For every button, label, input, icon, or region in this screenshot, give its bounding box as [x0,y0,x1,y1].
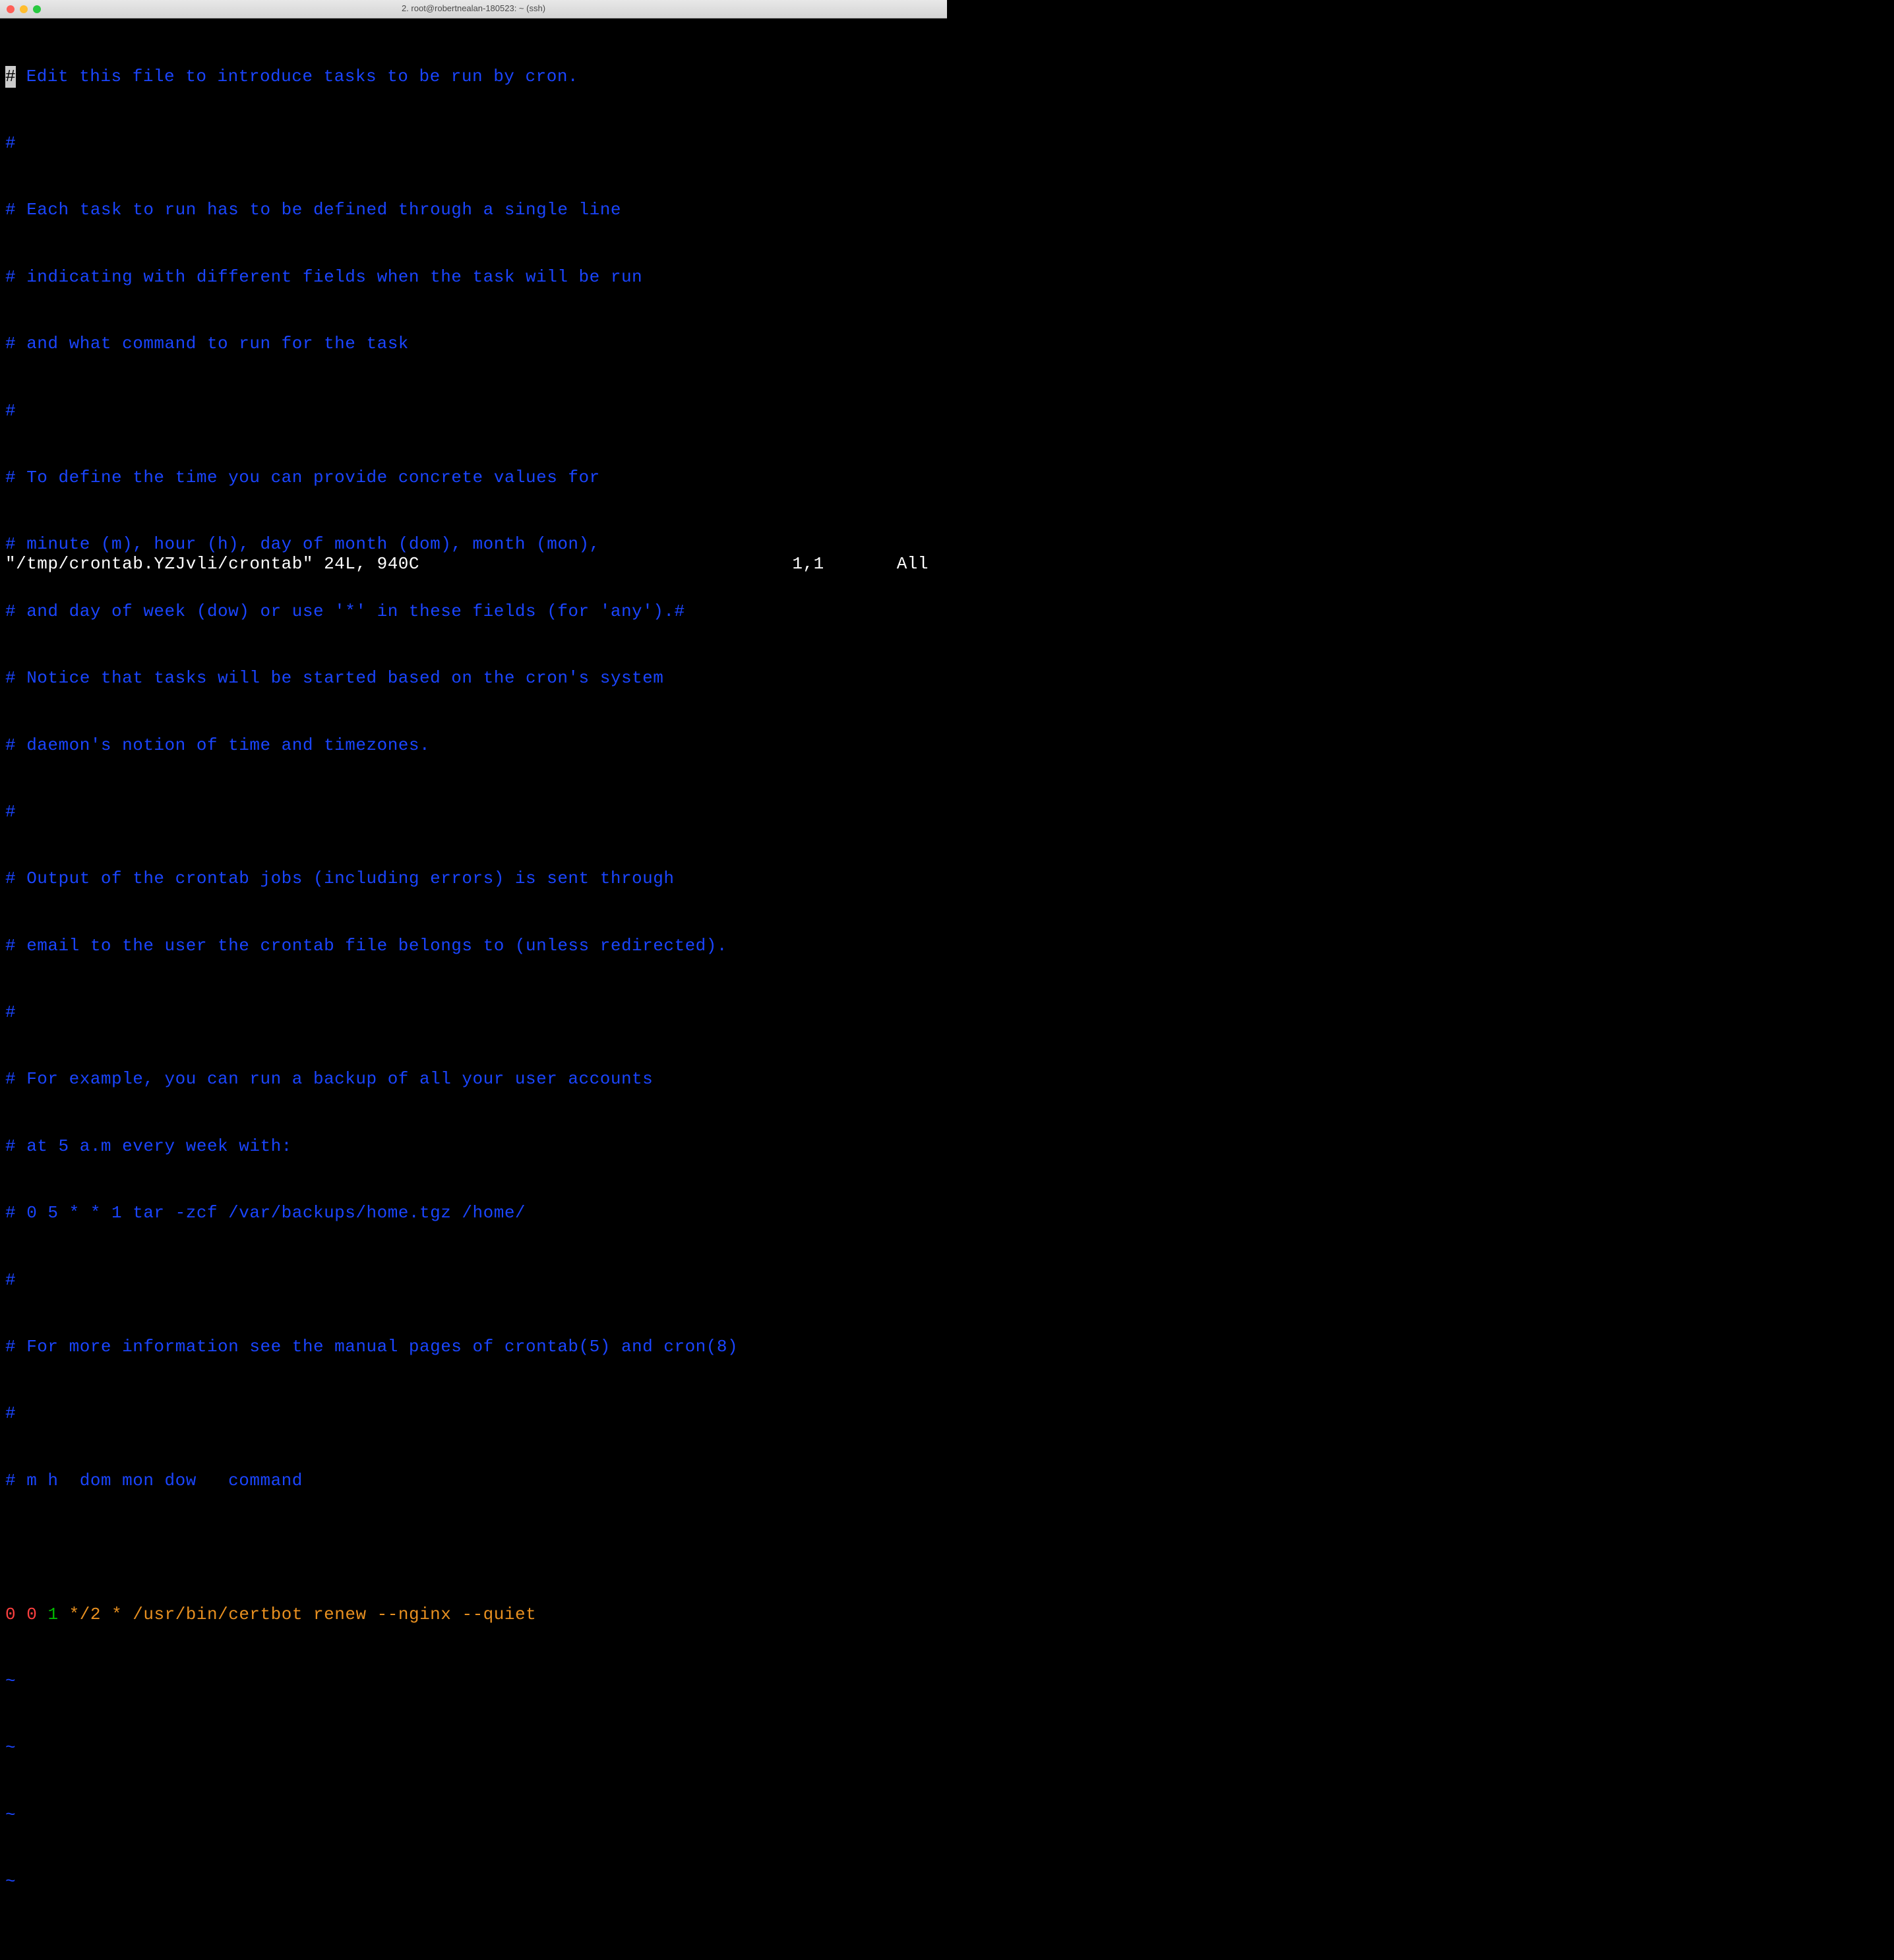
tilde-line: ~ [5,1670,942,1693]
comment-line: # at 5 a.m every week with: [5,1136,942,1158]
comment-line: # To define the time you can provide con… [5,467,942,489]
status-line: "/tmp/crontab.YZJvli/crontab" 24L, 940C … [5,553,942,576]
comment-line: # [5,1403,942,1425]
status-file: "/tmp/crontab.YZJvli/crontab" 24L, 940C [5,553,419,576]
comment-line: # Notice that tasks will be started base… [5,667,942,690]
comment-line: Edit this file to introduce tasks to be … [16,67,578,86]
cron-month: */2 [69,1605,101,1624]
cron-command: /usr/bin/certbot renew --nginx --quiet [133,1605,536,1624]
comment-line: # email to the user the crontab file bel… [5,935,942,958]
cron-dow: * [111,1605,122,1624]
comment-line: # indicating with different fields when … [5,266,942,289]
comment-line: # Output of the crontab jobs (including … [5,868,942,890]
minimize-button[interactable] [20,5,28,13]
comment-line: # [5,1270,942,1292]
comment-line: # [5,801,942,824]
comment-line: # [5,400,942,423]
maximize-button[interactable] [33,5,41,13]
cron-minute: 0 [5,1605,16,1624]
cron-hour: 0 [26,1605,37,1624]
comment-line: # For example, you can run a backup of a… [5,1068,942,1091]
cron-entry: 0 0 1 */2 * /usr/bin/certbot renew --ngi… [5,1604,942,1626]
cron-dom: 1 [47,1605,58,1624]
comment-line: # For more information see the manual pa… [5,1336,942,1359]
titlebar: 2. root@robertnealan-180523: ~ (ssh) [0,0,947,18]
comment-line: # and what command to run for the task [5,333,942,355]
comment-line: # daemon's notion of time and timezones. [5,735,942,757]
status-position: 1,1 [792,553,896,576]
blank-line [5,1537,942,1559]
comment-line: # m h dom mon dow command [5,1470,942,1492]
cursor: # [5,66,16,88]
tilde-line: ~ [5,1737,942,1760]
status-percent: All [897,553,942,576]
editor-viewport[interactable]: # Edit this file to introduce tasks to b… [0,18,947,578]
comment-line: # minute (m), hour (h), day of month (do… [5,534,942,556]
comment-line: # [5,133,942,155]
traffic-lights [7,5,41,13]
tilde-line: ~ [5,1871,942,1893]
comment-line: # 0 5 * * 1 tar -zcf /var/backups/home.t… [5,1202,942,1225]
comment-line: # [5,1002,942,1024]
comment-line: # Each task to run has to be defined thr… [5,199,942,222]
tilde-line: ~ [5,1804,942,1827]
window-title: 2. root@robertnealan-180523: ~ (ssh) [7,3,940,15]
comment-line: # and day of week (dow) or use '*' in th… [5,601,942,623]
close-button[interactable] [7,5,15,13]
